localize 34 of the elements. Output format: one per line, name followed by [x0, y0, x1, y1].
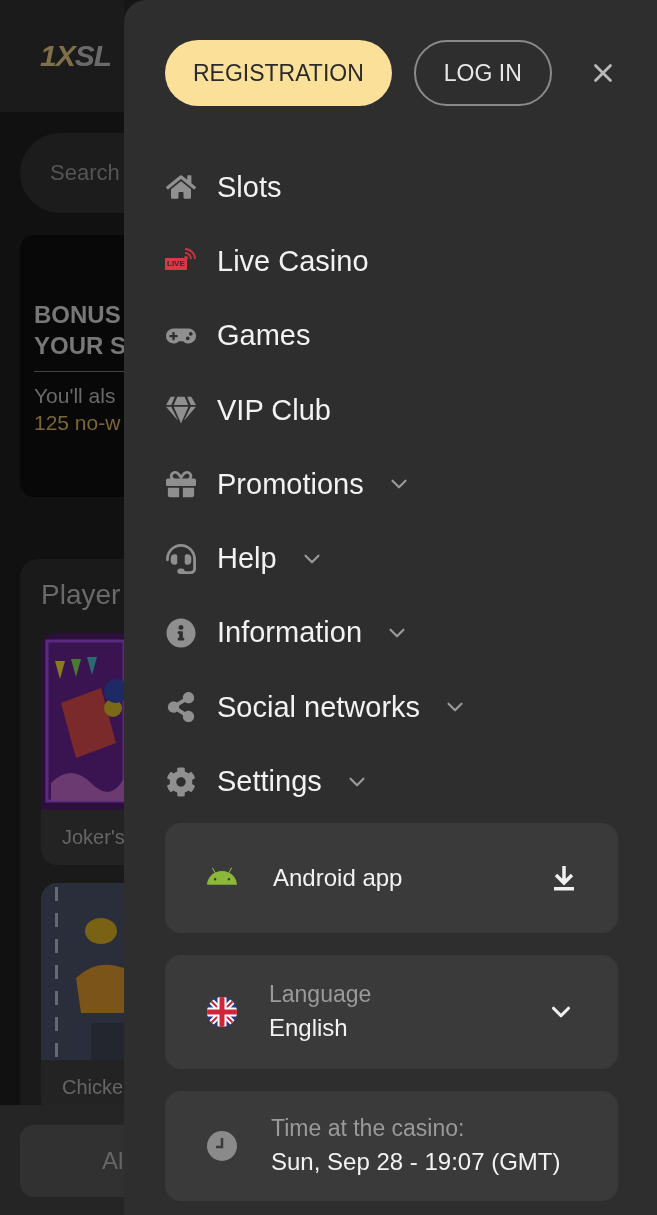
android-app-card[interactable]: Android app	[165, 822, 618, 933]
live-badge: LIVE	[165, 258, 187, 271]
menu-item[interactable]: Help	[217, 542, 277, 576]
game-title: Chicke	[61, 1075, 124, 1100]
flag-icon	[207, 996, 237, 1027]
menu-item[interactable]: VIP Club	[217, 393, 331, 427]
headset-icon	[165, 542, 197, 575]
registration-button[interactable]: REGISTRATION	[165, 40, 392, 106]
menu-item[interactable]: Settings	[217, 765, 322, 798]
banner-title: BONUS	[34, 300, 122, 330]
menu-item[interactable]: Games	[217, 319, 311, 353]
clock-icon	[207, 1130, 237, 1161]
menu-item[interactable]: Social networks	[217, 690, 421, 724]
game-title: Joker's	[61, 825, 124, 850]
banner-highlight: 125 no-w	[34, 410, 122, 436]
download-icon[interactable]	[552, 863, 576, 892]
broadcast-icon	[183, 247, 197, 262]
banner-text: You'll als	[34, 383, 117, 409]
section-title: Player	[41, 579, 122, 611]
time-label: Time at the casino:	[271, 1115, 466, 1143]
login-button[interactable]: LOG IN	[413, 40, 552, 106]
menu-item[interactable]: Promotions	[217, 467, 364, 501]
menu-item[interactable]: Slots	[217, 170, 282, 204]
logo[interactable]: 1XSL	[40, 39, 112, 73]
time-value: Sun, Sep 28 - 19:07 (GMT)	[271, 1148, 561, 1177]
share-icon	[165, 691, 197, 724]
language-label: Language	[269, 981, 372, 1009]
menu-item[interactable]: Information	[217, 616, 363, 650]
settings-icon	[165, 765, 197, 798]
app-label: Android app	[273, 863, 403, 892]
language-select[interactable]: Language English	[165, 954, 618, 1069]
menu-item[interactable]: Live Casino	[217, 244, 369, 278]
info-icon	[165, 616, 197, 649]
language-value: English	[269, 1014, 349, 1043]
